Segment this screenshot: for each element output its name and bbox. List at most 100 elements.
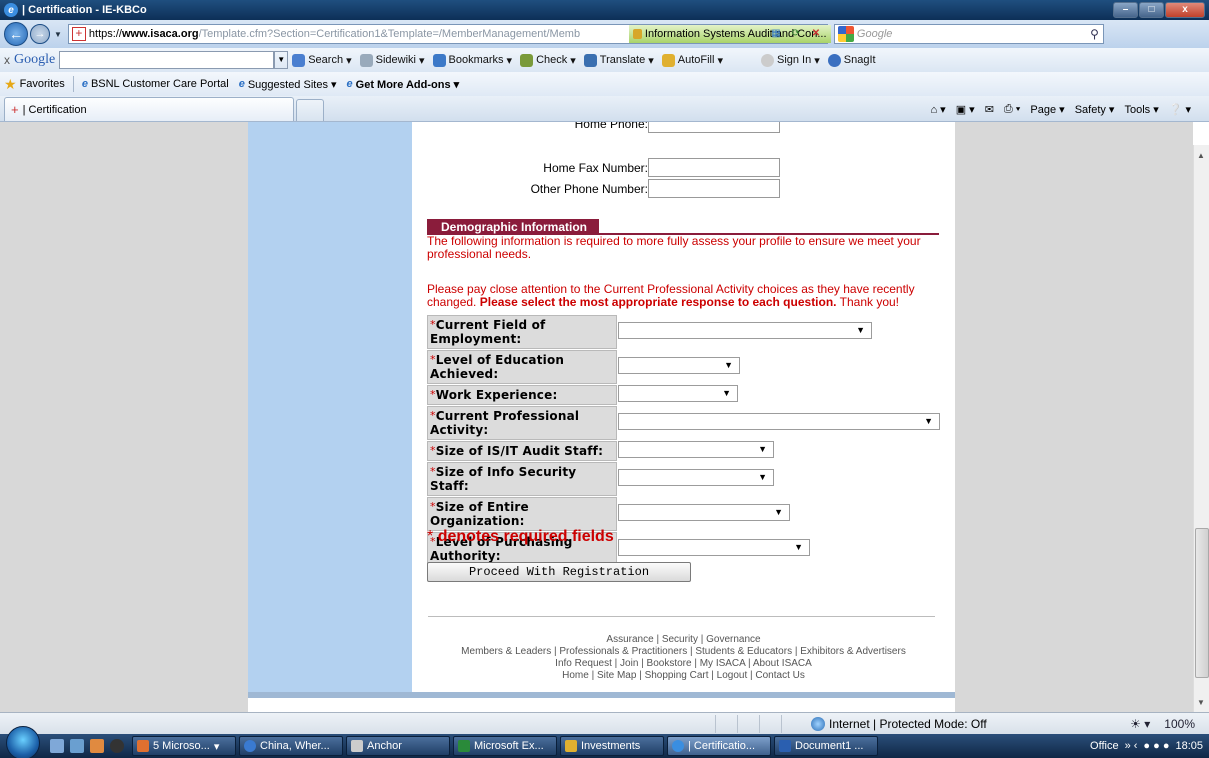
vertical-scrollbar[interactable]: ▲ ▼ bbox=[1193, 145, 1209, 712]
back-button[interactable]: ← bbox=[4, 22, 28, 46]
security-zone[interactable]: Internet | Protected Mode: Off bbox=[811, 716, 1021, 731]
close-toolbar-icon[interactable]: x bbox=[4, 53, 10, 67]
help-icon[interactable]: ❔ ▾ bbox=[1169, 103, 1191, 116]
protected-mode-icon[interactable]: ☀ ▾ bbox=[1130, 717, 1150, 731]
toolbar-snagit-button[interactable]: SnagIt bbox=[827, 53, 876, 67]
search-icon bbox=[292, 53, 306, 67]
security-staff-size-select[interactable]: ▼ bbox=[618, 469, 774, 486]
office-toolbar[interactable]: Office bbox=[1090, 740, 1119, 752]
page-menu[interactable]: Page ▾ bbox=[1030, 103, 1064, 116]
favorite-link-bsnl[interactable]: e BSNL Customer Care Portal bbox=[82, 78, 229, 90]
proceed-with-registration-button[interactable]: Proceed With Registration bbox=[427, 562, 691, 582]
toolbar-autofill-button[interactable]: AutoFill ▾ bbox=[661, 53, 723, 67]
other-phone-row: Other Phone Number: bbox=[412, 179, 780, 198]
tab-certification[interactable]: + | Certification bbox=[4, 97, 294, 121]
scroll-up-icon[interactable]: ▲ bbox=[1197, 151, 1205, 160]
excel-icon bbox=[458, 740, 470, 752]
mail-icon[interactable]: ✉ bbox=[985, 103, 994, 116]
media-icon[interactable] bbox=[90, 739, 104, 753]
home-phone-input[interactable] bbox=[648, 122, 780, 133]
work-experience-select[interactable]: ▼ bbox=[618, 385, 738, 402]
footer-tagline: Assurance | Security | Governance bbox=[606, 634, 761, 645]
question-text: Current Professional Activity: bbox=[430, 409, 580, 437]
education-level-select[interactable]: ▼ bbox=[618, 357, 740, 374]
toolbar-item-label: Search bbox=[308, 54, 344, 66]
show-desktop-icon[interactable] bbox=[50, 739, 64, 753]
toolbar-check-button[interactable]: Check ▾ bbox=[520, 53, 576, 67]
home-fax-row: Home Fax Number: bbox=[412, 158, 780, 177]
question-label: *Level of Education Achieved: bbox=[427, 350, 617, 384]
history-dropdown-icon[interactable]: ▼ bbox=[54, 30, 62, 39]
taskbar-item[interactable]: Document1 ... bbox=[774, 736, 878, 756]
taskbar-item[interactable]: Investments bbox=[560, 736, 664, 756]
tools-menu[interactable]: Tools ▾ bbox=[1124, 103, 1158, 116]
search-input[interactable]: Google ⚲ bbox=[833, 24, 1104, 44]
new-tab-button[interactable] bbox=[296, 99, 324, 121]
favorites-button[interactable]: Favorites bbox=[20, 78, 65, 90]
compatibility-view-icon[interactable]: ▦ bbox=[769, 27, 783, 41]
purchasing-authority-select[interactable]: ▼ bbox=[618, 539, 810, 556]
safety-menu[interactable]: Safety ▾ bbox=[1075, 103, 1115, 116]
toolbar-item-label: Check bbox=[536, 54, 568, 66]
tray-expand-icon[interactable]: » ‹ bbox=[1125, 740, 1138, 752]
organization-size-select[interactable]: ▼ bbox=[618, 504, 790, 521]
taskbar-item-label: Investments bbox=[581, 740, 641, 752]
toolbar-search-button[interactable]: Search ▾ bbox=[292, 53, 352, 67]
other-phone-input[interactable] bbox=[648, 179, 780, 198]
favorite-link-addons[interactable]: e Get More Add-ons ▾ bbox=[347, 78, 460, 91]
taskbar-item-label: Document1 ... bbox=[795, 740, 864, 752]
app-icon[interactable] bbox=[110, 739, 124, 753]
scrollbar-thumb[interactable] bbox=[1195, 528, 1209, 678]
status-cell bbox=[737, 714, 759, 733]
taskbar-item[interactable]: Anchor bbox=[346, 736, 450, 756]
field-of-employment-select[interactable]: ▼ bbox=[618, 322, 872, 339]
audit-staff-size-select[interactable]: ▼ bbox=[618, 441, 774, 458]
home-fax-input[interactable] bbox=[648, 158, 780, 177]
taskbar-item-active[interactable]: | Certificatio... bbox=[667, 736, 771, 756]
print-icon[interactable]: ⎙ ▾ bbox=[1004, 103, 1020, 116]
explorer-icon[interactable] bbox=[70, 739, 84, 753]
footer-info-links[interactable]: Info Request | Join | Bookstore | My ISA… bbox=[412, 658, 955, 670]
refresh-icon[interactable]: ⟳ bbox=[789, 27, 803, 41]
ie-page-icon: e bbox=[81, 78, 88, 90]
minimize-button[interactable]: – bbox=[1113, 2, 1138, 18]
scroll-down-icon[interactable]: ▼ bbox=[1197, 698, 1205, 707]
snagit-icon bbox=[827, 53, 841, 67]
forward-button[interactable]: → bbox=[30, 24, 50, 44]
search-icon[interactable]: ⚲ bbox=[1090, 27, 1099, 41]
search-dropdown-icon[interactable]: ▼ bbox=[274, 51, 289, 69]
ie-logo-icon: e bbox=[4, 3, 18, 17]
stop-icon[interactable]: ✕ bbox=[809, 27, 823, 41]
tray-icons[interactable]: ● ● ● bbox=[1143, 740, 1169, 752]
question-label: *Current Professional Activity: bbox=[427, 406, 617, 440]
taskbar-item[interactable]: 5 Microso... ▾ bbox=[132, 736, 236, 756]
chevron-down-icon: ▼ bbox=[758, 472, 767, 482]
taskbar-item-label: 5 Microso... bbox=[153, 740, 210, 752]
question-text: Current Field of Employment: bbox=[430, 318, 546, 346]
favorite-link-suggested-sites[interactable]: e Suggested Sites ▾ bbox=[239, 78, 337, 91]
toolbar-sidewiki-button[interactable]: Sidewiki ▾ bbox=[359, 53, 425, 67]
taskbar-item[interactable]: China, Wher... bbox=[239, 736, 343, 756]
toolbar-item-label: SnagIt bbox=[843, 54, 876, 66]
footer-site-links[interactable]: Home | Site Map | Shopping Cart | Logout… bbox=[412, 670, 955, 682]
question-label: *Size of Entire Organization: bbox=[427, 497, 617, 531]
zoom-level[interactable]: 100% bbox=[1164, 717, 1195, 731]
google-search-field[interactable] bbox=[59, 51, 275, 69]
notice-suffix: Thank you! bbox=[839, 295, 900, 309]
toolbar-translate-button[interactable]: Translate ▾ bbox=[583, 53, 654, 67]
footer-audience-links[interactable]: Members & Leaders | Professionals & Prac… bbox=[412, 646, 955, 658]
close-button[interactable]: x bbox=[1165, 2, 1205, 18]
taskbar-item[interactable]: Microsoft Ex... bbox=[453, 736, 557, 756]
toolbar-bookmarks-button[interactable]: Bookmarks ▾ bbox=[432, 53, 512, 67]
answer-cell: ▼ bbox=[617, 406, 940, 440]
professional-activity-select[interactable]: ▼ bbox=[618, 413, 940, 430]
home-icon[interactable]: ⌂ ▾ bbox=[930, 103, 945, 116]
maximize-button[interactable]: □ bbox=[1139, 2, 1164, 18]
feeds-icon[interactable]: ▣ ▾ bbox=[956, 103, 975, 116]
taskbar-item-label: Microsoft Ex... bbox=[474, 740, 544, 752]
start-button[interactable] bbox=[6, 726, 40, 758]
url-field[interactable]: + https:// www.isaca.org /Template.cfm?S… bbox=[67, 24, 831, 44]
security-zone-label: Internet | Protected Mode: Off bbox=[829, 716, 987, 731]
toolbar-signin-button[interactable]: Sign In ▾ bbox=[760, 53, 820, 67]
ie-page-icon: e bbox=[238, 78, 245, 90]
